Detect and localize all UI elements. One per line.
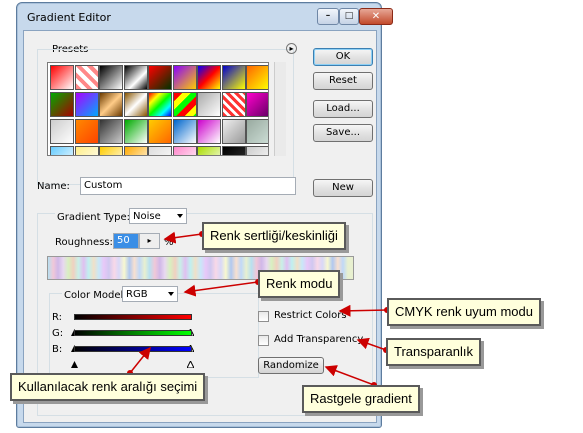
preset-swatch[interactable]: [197, 146, 221, 155]
preset-swatch[interactable]: [123, 65, 148, 90]
channel-b-label: B:: [52, 344, 63, 355]
preset-swatch[interactable]: [148, 92, 172, 117]
presets-group: [37, 49, 294, 185]
channel-r-min-thumb[interactable]: [71, 321, 78, 336]
color-model-select[interactable]: RGB: [122, 286, 178, 302]
preset-swatch[interactable]: [123, 119, 148, 144]
preset-swatch[interactable]: [74, 119, 99, 144]
preset-swatch[interactable]: [172, 65, 197, 90]
color-model-value: RGB: [126, 289, 148, 300]
new-button[interactable]: New: [313, 179, 373, 197]
load-button[interactable]: Load...: [313, 100, 373, 118]
preset-swatch[interactable]: [246, 119, 268, 144]
gradient-type-value: Noise: [133, 211, 161, 222]
preset-swatch[interactable]: [74, 92, 99, 117]
ok-button[interactable]: OK: [313, 48, 373, 66]
preset-swatch[interactable]: [246, 146, 268, 155]
preset-swatch[interactable]: [221, 65, 246, 90]
restrict-colors-label: Restrict Colors: [274, 310, 347, 321]
add-transparency-checkbox[interactable]: [258, 335, 269, 346]
preset-swatch[interactable]: [123, 146, 148, 155]
minimize-button[interactable]: –: [317, 8, 339, 25]
preset-swatch[interactable]: [50, 146, 74, 155]
restrict-colors-checkbox[interactable]: [258, 311, 269, 322]
roughness-label: Roughness:: [55, 237, 113, 248]
save-button[interactable]: Save...: [313, 124, 373, 142]
callout-color-range: Kullanılacak renk aralığı seçimi: [10, 373, 206, 401]
channel-b-max-thumb[interactable]: [186, 353, 195, 369]
presets-menu-icon[interactable]: ▸: [286, 43, 297, 54]
roughness-slider-toggle[interactable]: ▸: [139, 233, 160, 249]
preset-swatch[interactable]: [172, 119, 197, 144]
preset-swatch[interactable]: [246, 65, 268, 90]
preset-swatch[interactable]: [221, 92, 246, 117]
close-button[interactable]: ✕: [359, 8, 393, 25]
chevron-down-icon: [177, 214, 183, 218]
preset-swatch[interactable]: [50, 119, 74, 144]
preset-swatch[interactable]: [197, 119, 221, 144]
gradient-type-select[interactable]: Noise: [129, 208, 187, 224]
channel-g-slider[interactable]: [74, 330, 192, 336]
callout-roughness: Renk sertliği/keskinliği: [202, 222, 346, 250]
preset-swatch[interactable]: [74, 65, 99, 90]
gradient-type-label: Gradient Type:: [55, 212, 133, 223]
callout-cmyk: CMYK renk uyum modu: [387, 298, 541, 326]
close-icon: ✕: [371, 11, 381, 22]
callout-color-model: Renk modu: [258, 270, 341, 298]
presets-scrollbar[interactable]: [274, 62, 286, 156]
preset-swatch[interactable]: [99, 92, 123, 117]
preset-swatch[interactable]: [148, 65, 172, 90]
preset-swatch[interactable]: [50, 65, 74, 90]
chevron-down-icon: [168, 292, 174, 296]
roughness-field[interactable]: 50: [113, 233, 139, 249]
preset-swatch[interactable]: [148, 146, 172, 155]
name-field[interactable]: Custom: [80, 177, 296, 195]
preset-swatch[interactable]: [99, 65, 123, 90]
minimize-icon: –: [325, 11, 331, 21]
preset-swatch[interactable]: [197, 92, 221, 117]
preset-swatch[interactable]: [172, 92, 197, 117]
color-model-label: Color Model:: [62, 290, 129, 301]
add-transparency-label: Add Transparency: [274, 334, 364, 345]
presets-grid[interactable]: [47, 62, 269, 156]
name-label: Name:: [37, 181, 70, 192]
preset-swatch[interactable]: [246, 92, 268, 117]
preset-swatch[interactable]: [148, 119, 172, 144]
roughness-unit: %: [164, 237, 174, 248]
window-title: Gradient Editor: [27, 11, 111, 24]
channel-g-label: G:: [52, 328, 64, 339]
randomize-button[interactable]: Randomize: [258, 357, 324, 374]
callout-randomize: Rastgele gradient: [302, 385, 420, 413]
preset-swatch[interactable]: [99, 119, 123, 144]
maximize-icon: □: [344, 11, 354, 21]
channel-b-min-thumb[interactable]: [71, 353, 78, 368]
preset-swatch[interactable]: [221, 119, 246, 144]
channel-r-max-thumb[interactable]: [186, 321, 195, 337]
title-bar[interactable]: Gradient Editor – □: [17, 3, 381, 30]
callout-transparency: Transparanlık: [386, 338, 481, 366]
preset-swatch[interactable]: [74, 146, 99, 155]
preset-swatch[interactable]: [99, 146, 123, 155]
preset-swatch[interactable]: [123, 92, 148, 117]
preset-swatch[interactable]: [221, 146, 246, 155]
preset-swatch[interactable]: [197, 65, 221, 90]
gradient-editor-window: Gradient Editor – □ Presets ▸ OK Reset L…: [16, 2, 393, 428]
channel-b-slider[interactable]: [74, 346, 192, 352]
channel-r-slider[interactable]: [74, 314, 192, 320]
reset-button[interactable]: Reset: [313, 72, 373, 90]
channel-r-label: R:: [52, 312, 63, 323]
preset-swatch[interactable]: [50, 92, 74, 117]
channel-g-min-thumb[interactable]: [71, 337, 78, 352]
preset-swatch[interactable]: [172, 146, 197, 155]
channel-g-max-thumb[interactable]: [186, 337, 195, 353]
maximize-button[interactable]: □: [339, 8, 359, 25]
